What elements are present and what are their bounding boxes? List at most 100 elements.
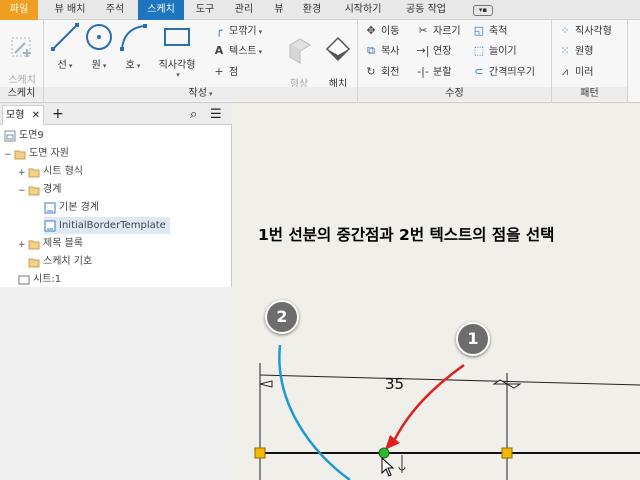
rectangle-button[interactable]: 직사각형 ▾ [152,22,202,79]
instruction-text: 1번 선분의 중간점과 2번 텍스트의 점을 선택 [258,226,555,244]
chevron-down-icon: ▾ [136,62,141,70]
tab-get-started[interactable]: 시작하기 [334,0,392,20]
tree-node-sheet-1[interactable]: 시트:1 [18,271,61,288]
chevron-down-icon: ▾ [176,71,180,79]
line-label: 선 [57,60,67,71]
chevron-down-icon: ▾ [258,28,263,36]
chevron-down-icon: ▾ [258,48,263,56]
tab-sketch[interactable]: 스케치 [138,0,184,20]
dimension-arrow-left [259,380,273,388]
trim-button[interactable]: ✂ 자르기 [416,22,460,40]
tree-node-title-blocks[interactable]: + 제목 블록 [18,235,83,252]
dimension-value[interactable]: 35 [385,375,404,393]
endpoint-right[interactable] [501,447,513,459]
fillet-label: 모깎기 [229,26,257,37]
panel-title-modify: 수정 [358,87,551,101]
add-tab-button[interactable]: + [52,105,64,125]
tab-manage[interactable]: 관리 [226,0,262,20]
arc-button[interactable]: 호 ▾ [116,22,150,71]
scale-button[interactable]: ◱ 축척 [472,22,508,40]
extend-label: 연장 [433,46,452,57]
tree-node-drawing[interactable]: 도면9 [4,127,44,144]
folder-icon [28,258,40,267]
model-browser: 모형 ✕ + ⌕ ☰ 도면9 − 도면 자원 + 시트 형식 − 경계 기본 경계 I… [0,103,232,480]
circle-button[interactable]: 원 ▾ [82,22,116,71]
panel-title-create: 작성 ▾ [44,87,357,101]
tab-model[interactable]: 모형 ✕ [2,105,44,125]
line-icon [51,23,79,51]
tab-annotate[interactable]: 주석 [98,0,132,20]
search-icon[interactable]: ⌕ [190,105,197,125]
expand-icon[interactable]: + [18,165,28,182]
collapse-icon[interactable]: − [4,147,14,164]
border-icon [44,220,56,231]
expand-icon[interactable]: + [18,237,28,254]
browser-empty-area [0,287,232,480]
stretch-button[interactable]: ⬚ 늘이기 [472,42,517,60]
browser-tab-bar: 모형 ✕ + ⌕ ☰ [0,103,232,125]
tab-view-layout[interactable]: 뷰 배치 [46,0,94,20]
drawing-canvas[interactable]: 35 1번 선분의 중간점과 2번 텍스트의 점을 선택 2 1 [232,103,640,480]
tab-tools[interactable]: 도구 [188,0,222,20]
circ-pattern-button[interactable]: ⁙ 원형 [558,42,593,60]
tree-node-sketched-symbols[interactable]: 스케치 기호 [28,253,92,270]
tree-label: 기본 경계 [59,202,99,213]
endpoint-left[interactable] [254,447,266,459]
rect-pattern-label: 직사각형 [575,26,612,37]
mouse-cursor-icon [381,456,395,477]
rotate-button[interactable]: ↻ 회전 [364,63,399,81]
tab-collaborate[interactable]: 공동 작업 [396,0,456,20]
constraint-glyph-icon [398,455,406,473]
folder-icon [28,186,40,195]
panel-create: 선 ▾ 원 ▾ 호 ▾ 직사각형 ▾ ╭ 모깎기 ▾ A 텍스트 ▾ + 점 형… [44,20,358,103]
tree-label: 시트:1 [33,274,62,285]
move-button[interactable]: ✥ 이동 [364,22,399,40]
tree-node-sheet-formats[interactable]: + 시트 형식 [18,163,83,180]
offset-label: 간격띄우기 [489,67,535,78]
split-icon: -|- [417,65,429,78]
close-icon[interactable]: ✕ [32,110,40,121]
sketch-arc-2[interactable] [278,344,351,480]
tab-model-label: 모형 [6,110,25,121]
scissors-icon: ✂ [418,24,428,37]
fillet-button[interactable]: ╭ 모깎기 ▾ [212,22,262,40]
menu-icon[interactable]: ☰ [210,105,222,125]
point-button[interactable]: + 점 [212,63,238,81]
midpoint-marker[interactable] [378,447,390,459]
border-icon [44,202,56,213]
folder-icon [28,240,40,249]
tree-node-drawing-resources[interactable]: − 도면 자원 [4,145,69,162]
tree-node-default-border[interactable]: 기본 경계 [44,199,99,216]
mirror-button[interactable]: ⩘ 미러 [558,63,594,81]
move-icon: ✥ [366,24,376,37]
move-label: 이동 [381,26,400,37]
folder-icon [14,150,26,159]
tree-label: 도면9 [19,130,44,141]
chevron-down-icon: ▾ [68,62,73,70]
point-label: 점 [229,67,239,78]
extend-button[interactable]: →| 연장 [416,42,452,60]
tab-view[interactable]: 뷰 [266,0,292,20]
tree-label: InitialBorderTemplate [59,220,166,231]
line-button[interactable]: 선 ▾ [48,22,82,71]
tree-label: 도면 자원 [29,148,69,159]
circle-icon [86,24,112,50]
tree-node-borders[interactable]: − 경계 [18,181,61,198]
panel-pattern: ⁘ 직사각형 ⁙ 원형 ⩘ 미러 패턴 [552,20,628,103]
offset-button[interactable]: ⊂ 간격띄우기 [472,63,535,81]
sheet-icon [18,275,30,284]
text-button[interactable]: A 텍스트 ▾ [212,42,262,60]
split-button[interactable]: -|- 분할 [416,63,451,81]
tab-file[interactable]: 파일 [0,0,38,20]
copy-button[interactable]: ⧉ 복사 [364,42,399,60]
copy-icon: ⧉ [367,44,375,57]
collapse-icon[interactable]: − [18,183,28,200]
panel-sketch: 스케치 시작 스케치 [0,20,44,103]
stretch-label: 늘이기 [489,46,517,57]
tree-node-initial-border-template[interactable]: InitialBorderTemplate [44,217,170,234]
sketch-geometry [254,344,640,480]
mirror-icon: ⩘ [561,65,569,78]
dropdown-icon[interactable]: ▾▪ [473,5,493,16]
rect-pattern-button[interactable]: ⁘ 직사각형 [558,22,612,40]
tab-environments[interactable]: 환경 [294,0,330,20]
